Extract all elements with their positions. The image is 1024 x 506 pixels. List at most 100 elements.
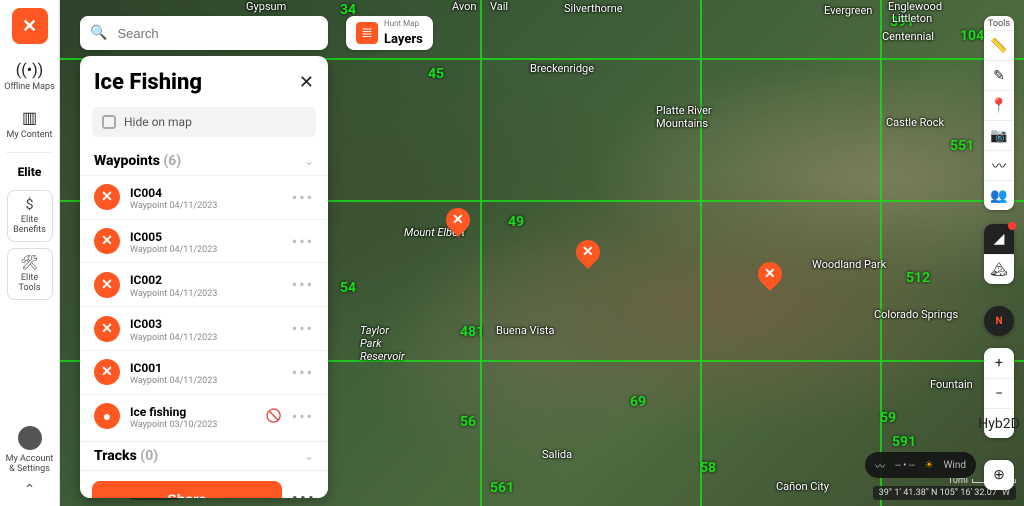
waypoint-row[interactable]: ✕IC005Waypoint 04/11/2023••• [80, 219, 328, 263]
map-waypoint-pin[interactable]: ✕ [446, 208, 470, 232]
rail-label: My Content [7, 130, 53, 140]
zone-label: 561 [490, 480, 514, 496]
waypoint-name: IC002 [130, 273, 162, 287]
waypoint-name: IC005 [130, 230, 162, 244]
waypoint-sub: Waypoint 04/11/2023 [130, 289, 282, 299]
avatar[interactable] [18, 426, 42, 450]
place-label: Fountain [930, 378, 973, 391]
sun-icon: ☀ [925, 460, 934, 471]
friends-tool[interactable]: 👥 [984, 180, 1014, 210]
waypoint-name: IC004 [130, 186, 162, 200]
rail-elite-benefits[interactable]: $ Elite Benefits [7, 190, 53, 242]
zoom-in-button[interactable]: + [984, 348, 1014, 378]
waypoint-pin-icon: ✕ [94, 359, 120, 385]
add-waypoint-tool[interactable]: 📍 [984, 90, 1014, 120]
hide-label: Hide on map [124, 115, 192, 129]
map-waypoint-pin[interactable]: ✕ [576, 240, 600, 264]
rail-offline-maps[interactable]: ((•)) Offline Maps [0, 52, 59, 100]
layers-label: Layers [384, 32, 423, 47]
place-label: Avon [452, 0, 477, 13]
compass-button[interactable]: N [984, 306, 1014, 336]
waypoints-section-header[interactable]: Waypoints (6) ⌄ [80, 147, 328, 175]
waypoint-sub: Waypoint 04/11/2023 [130, 376, 282, 386]
layers-icon: ▥ [22, 108, 37, 127]
more-options-button[interactable]: ••• [292, 489, 316, 498]
waypoint-name: Ice fishing [130, 405, 186, 419]
place-label: Colorado Springs [874, 308, 958, 321]
waypoint-sub: Waypoint 03/10/2023 [130, 420, 256, 430]
zone-label: 45 [428, 66, 444, 82]
tracks-section-header[interactable]: Tracks (0) ⌄ [80, 441, 328, 470]
zone-label: 59 [880, 410, 896, 426]
waypoint-pin-icon: ✕ [94, 316, 120, 342]
crosshair-icon: ⊕ [984, 460, 1014, 490]
wrench-icon: 🛠 [21, 255, 39, 271]
zoom-out-button[interactable]: − [984, 378, 1014, 408]
app-logo[interactable]: ✕ [12, 8, 48, 44]
basemap-hybrid-button[interactable]: Hyb2D [984, 408, 1014, 438]
zone-label: 58 [700, 460, 716, 476]
section-title: Tracks [94, 448, 137, 464]
wind-tool[interactable]: 〰 [984, 150, 1014, 180]
place-label: Silverthorne [564, 2, 623, 15]
terrain-view-button[interactable]: 🏔 [984, 254, 1014, 284]
waypoint-row[interactable]: ●Ice fishingWaypoint 03/10/2023🚫••• [80, 394, 328, 438]
layers-icon: ≣ [356, 22, 378, 44]
place-label: Taylor Park Reservoir [360, 324, 410, 363]
close-panel-button[interactable]: ✕ [299, 72, 314, 93]
draw-tool[interactable]: ✎ [984, 60, 1014, 90]
zone-label: 551 [950, 138, 974, 154]
collapse-rail-button[interactable]: ⌃ [24, 478, 36, 502]
waypoint-sub: Waypoint 04/11/2023 [130, 245, 282, 255]
chevron-down-icon: ⌄ [304, 449, 314, 463]
dollar-icon: $ [26, 197, 34, 213]
waypoint-more-button[interactable]: ••• [292, 363, 314, 382]
ruler-tool[interactable]: 📏 [984, 30, 1014, 60]
rail-my-content[interactable]: ▥ My Content [0, 100, 59, 148]
place-label: Woodland Park [812, 258, 886, 271]
waypoint-more-button[interactable]: ••• [292, 407, 314, 426]
waypoint-name: IC003 [130, 317, 162, 331]
zone-label: 56 [460, 414, 476, 430]
rail-elite-tools[interactable]: 🛠 Elite Tools [7, 248, 53, 300]
wind-label: Wind [944, 460, 966, 471]
conditions-bar[interactable]: 〰 -- • -- ☀ Wind [865, 452, 976, 478]
zone-label: 512 [906, 270, 930, 286]
checkbox-icon [102, 115, 116, 129]
notification-badge [1008, 222, 1016, 230]
rail-label: Elite Tools [10, 273, 50, 293]
locate-me-button[interactable]: ⊕ [984, 460, 1014, 490]
waypoint-pin-icon: ✕ [94, 272, 120, 298]
rail-label: Elite Benefits [10, 215, 50, 235]
share-button[interactable]: Share [92, 481, 282, 498]
visibility-off-icon[interactable]: 🚫 [266, 409, 282, 424]
camera-tool[interactable]: 📷 [984, 120, 1014, 150]
search-icon: 🔍 [90, 25, 107, 41]
trail-icon: 〰 [875, 458, 885, 473]
left-rail: ✕ ((•)) Offline Maps ▥ My Content Elite … [0, 0, 60, 506]
waypoint-more-button[interactable]: ••• [292, 232, 314, 251]
search-field[interactable] [115, 25, 318, 42]
waypoint-more-button[interactable]: ••• [292, 275, 314, 294]
waypoint-row[interactable]: ✕IC003Waypoint 04/11/2023••• [80, 306, 328, 350]
waypoint-sub: Waypoint 04/11/2023 [130, 201, 282, 211]
waypoint-row[interactable]: ✕IC004Waypoint 04/11/2023••• [80, 175, 328, 219]
hide-on-map-toggle[interactable]: Hide on map [92, 107, 316, 137]
place-label: Buena Vista [496, 324, 554, 337]
waypoint-more-button[interactable]: ••• [292, 188, 314, 207]
rail-label: My Account & Settings [3, 454, 57, 474]
map-waypoint-pin[interactable]: ✕ [758, 262, 782, 286]
view-stack: ◢ 🏔 [984, 224, 1014, 284]
waypoint-row[interactable]: ✕IC001Waypoint 04/11/2023••• [80, 350, 328, 394]
layers-button[interactable]: ≣ Hunt MapLayers [346, 16, 433, 50]
place-label: Cañon City [776, 480, 829, 493]
panel-title: Ice Fishing [94, 70, 202, 95]
place-label: Castle Rock [886, 116, 944, 129]
waypoint-more-button[interactable]: ••• [292, 319, 314, 338]
place-label: Salida [542, 448, 572, 461]
3d-view-button[interactable]: ◢ [984, 224, 1014, 254]
search-input[interactable]: 🔍 [80, 16, 328, 50]
waypoint-row[interactable]: ✕ IC002 Waypoint 04/11/2023 ••• [80, 262, 328, 306]
place-label: Littleton [892, 12, 932, 25]
place-label: Breckenridge [530, 62, 594, 75]
